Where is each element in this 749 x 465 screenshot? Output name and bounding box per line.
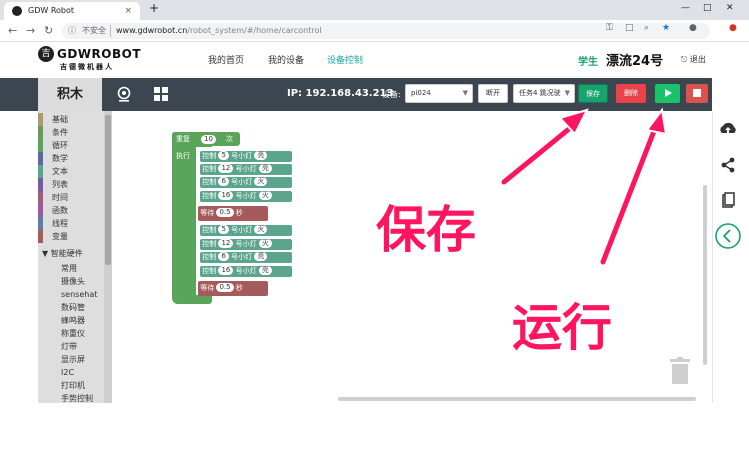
hardware-item[interactable]: 灯带: [38, 340, 104, 353]
translate-icon[interactable]: □: [625, 23, 634, 33]
zoom-icon[interactable]: ⌕: [644, 23, 649, 33]
device-label: 设备:: [382, 90, 401, 99]
key-icon[interactable]: ⚿: [606, 23, 613, 33]
copy-icon[interactable]: [714, 187, 742, 215]
minimize-icon[interactable]: —: [681, 3, 690, 13]
disconnect-button[interactable]: 断开: [478, 84, 508, 103]
hardware-item[interactable]: 手势控制: [38, 392, 104, 403]
hardware-item[interactable]: 显示屏: [38, 353, 104, 366]
stop-button[interactable]: [686, 84, 708, 103]
update-icon[interactable]: ●: [729, 23, 737, 33]
blocks-panel-title: 积木: [38, 78, 102, 111]
workspace-vertical-scrollbar[interactable]: [703, 185, 707, 365]
lamp-control-block[interactable]: 控制 5 号小灯 亮: [200, 151, 292, 162]
play-icon: [664, 89, 672, 97]
hardware-item[interactable]: 蜂鸣器: [38, 314, 104, 327]
security-label: 不安全: [82, 26, 106, 35]
hardware-item[interactable]: sensehat: [38, 288, 104, 301]
logo-wordmark: GDWROBOT: [57, 47, 142, 61]
category-variable[interactable]: 变量: [38, 230, 104, 243]
hardware-item[interactable]: 称重仪: [38, 327, 104, 340]
category-condition[interactable]: 条件: [38, 126, 104, 139]
sidebar-scrollbar[interactable]: [104, 111, 112, 403]
chevron-down-icon: ▼: [462, 89, 468, 97]
block-category-list: 基础 条件 循环 数学 文本 列表 时间 函数 线程 变量 ▼ 智能硬件 常用 …: [38, 111, 104, 403]
new-tab-button[interactable]: +: [149, 1, 159, 15]
hardware-item[interactable]: 打印机: [38, 379, 104, 392]
run-annotation: 运行: [512, 299, 612, 357]
target-icon[interactable]: [116, 86, 132, 102]
site-header: 吉 GDWROBOT 吉德微机器人 我的首页 我的设备 设备控制 学生 漂流24…: [0, 42, 749, 78]
tab-title: GDW Robot: [28, 6, 75, 15]
logout-link[interactable]: ⎋ 退出: [681, 54, 706, 65]
wait-block[interactable]: 等待 0.5 秒: [198, 281, 268, 296]
category-text[interactable]: 文本: [38, 165, 104, 178]
repeat-count-field[interactable]: 10: [201, 135, 216, 146]
hardware-item[interactable]: I2C: [38, 366, 104, 379]
window-close-icon[interactable]: ✕: [726, 3, 734, 13]
grid-icon[interactable]: [153, 86, 169, 102]
device-select[interactable]: pi024 ▼: [405, 84, 473, 103]
nav-my-devices[interactable]: 我的设备: [268, 53, 304, 66]
cloud-upload-icon[interactable]: [714, 116, 742, 144]
browser-tab[interactable]: GDW Robot ×: [4, 2, 140, 20]
lamp-control-block[interactable]: 控制 16 号小灯 灭: [200, 191, 292, 202]
url-text: www.gdwrobot.cn/robot_system/#/home/carc…: [116, 26, 322, 35]
lamp-control-block[interactable]: 控制 12 号小灯 灭: [200, 239, 292, 250]
wait-block[interactable]: 等待 0.5 秒: [198, 206, 268, 221]
nav-home[interactable]: 我的首页: [208, 53, 244, 66]
category-function[interactable]: 函数: [38, 204, 104, 217]
run-button[interactable]: [655, 84, 680, 103]
category-list[interactable]: 列表: [38, 178, 104, 191]
user-role: 学生: [578, 57, 598, 68]
logo-subtitle: 吉德微机器人: [60, 63, 114, 71]
forward-icon[interactable]: →: [26, 24, 35, 37]
category-time[interactable]: 时间: [38, 191, 104, 204]
repeat-unit: 次: [226, 135, 233, 143]
trash-icon[interactable]: [669, 357, 691, 385]
lamp-control-block[interactable]: 控制 16 号小灯 亮: [200, 266, 292, 277]
workspace-horizontal-scrollbar[interactable]: [338, 397, 696, 401]
account-icon[interactable]: ●: [689, 23, 697, 33]
hardware-item[interactable]: 数码管: [38, 301, 104, 314]
category-hardware-group[interactable]: ▼ 智能硬件: [38, 247, 104, 260]
tab-close-icon[interactable]: ×: [124, 2, 132, 20]
collapse-arrow-icon[interactable]: [714, 222, 742, 250]
divider: [110, 25, 111, 37]
category-math[interactable]: 数学: [38, 152, 104, 165]
stop-icon: [693, 89, 701, 97]
site-favicon-icon: [12, 6, 22, 16]
maximize-icon[interactable]: □: [703, 3, 712, 13]
user-name: 漂流24号: [606, 54, 664, 69]
nav-device-control[interactable]: 设备控制: [327, 53, 363, 66]
repeat-label: 重复: [176, 135, 190, 143]
browser-tab-strip: GDW Robot × + — □ ✕: [0, 0, 749, 20]
share-icon[interactable]: [714, 151, 742, 179]
category-basic[interactable]: 基础: [38, 113, 104, 126]
hardware-item[interactable]: 常用: [38, 262, 104, 275]
do-label: 执行: [176, 152, 190, 160]
back-icon[interactable]: ←: [8, 24, 17, 37]
category-loop[interactable]: 循环: [38, 139, 104, 152]
lamp-control-block[interactable]: 控制 6 号小灯 灭: [200, 177, 292, 188]
category-thread[interactable]: 线程: [38, 217, 104, 230]
hardware-item[interactable]: 摄像头: [38, 275, 104, 288]
bookmark-star-icon[interactable]: ★: [662, 23, 670, 33]
chevron-down-icon: ▼: [564, 89, 570, 97]
lamp-control-block[interactable]: 控制 5 号小灯 灭: [200, 225, 292, 236]
delete-button[interactable]: 删除: [616, 84, 646, 103]
lamp-control-block[interactable]: 控制 6 号小灯 亮: [200, 252, 292, 263]
logo-seal: 吉: [38, 46, 54, 62]
save-button[interactable]: 保存: [578, 84, 608, 103]
task-select[interactable]: 任务4 跳况驶 ▼: [513, 84, 575, 103]
save-annotation: 保存: [376, 201, 476, 259]
reload-icon[interactable]: ↻: [44, 24, 53, 37]
browser-address-bar: ← → ↻ ⓘ 不安全 www.gdwrobot.cn/robot_system…: [0, 20, 749, 42]
lamp-control-block[interactable]: 控制 12 号小灯 亮: [200, 164, 292, 175]
device-ip: IP: 192.168.43.213: [287, 88, 394, 99]
info-icon[interactable]: ⓘ: [68, 23, 76, 39]
